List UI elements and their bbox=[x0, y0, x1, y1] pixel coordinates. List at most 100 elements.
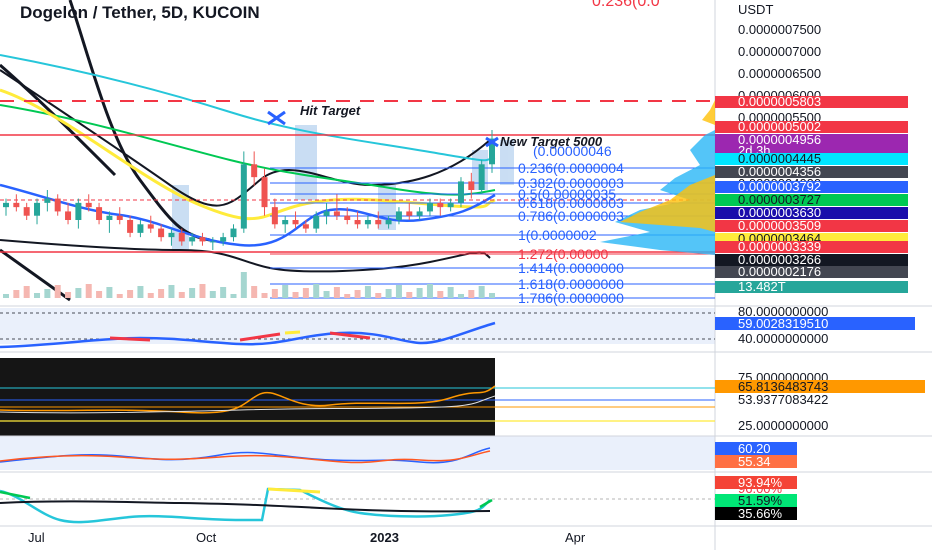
candle-body bbox=[13, 202, 20, 208]
volume-bar bbox=[54, 285, 61, 298]
pct-value1-label: 93.94% bbox=[738, 475, 783, 490]
volume-bar bbox=[313, 284, 320, 298]
candle-body bbox=[282, 220, 289, 225]
candle-body bbox=[468, 181, 475, 190]
price-tag-label: 0.0000004356 bbox=[738, 164, 821, 179]
candle-body bbox=[333, 211, 340, 216]
candle-body bbox=[168, 232, 175, 238]
volume-bar bbox=[209, 291, 216, 298]
volume-bar bbox=[261, 293, 268, 298]
candle-body bbox=[106, 215, 113, 220]
volume-bar bbox=[106, 287, 113, 298]
rsi-tick-40: 40.0000000000 bbox=[738, 331, 828, 346]
candle-body bbox=[478, 164, 485, 190]
fib-level-label: 1.414(0.0000000 bbox=[518, 260, 624, 276]
candle-body bbox=[96, 207, 103, 220]
volume-bar bbox=[489, 293, 495, 298]
volume-bar bbox=[333, 287, 340, 298]
candle-body bbox=[178, 232, 185, 242]
hit-target-line1: Hit Target bbox=[300, 103, 361, 118]
volume-bar bbox=[147, 293, 154, 298]
rsi-value-label: 59.0028319510 bbox=[738, 316, 828, 331]
x-tick-jul: Jul bbox=[28, 530, 45, 545]
price-tag-label: 13.482T bbox=[738, 279, 786, 294]
candle-body bbox=[240, 164, 247, 229]
volume-bar bbox=[23, 286, 30, 298]
candle-body bbox=[220, 237, 227, 242]
price-tick-label: 0.0000007000 bbox=[738, 44, 821, 59]
candle-body bbox=[313, 215, 320, 229]
candle-body bbox=[85, 202, 92, 208]
volume-bar bbox=[302, 288, 309, 298]
candle-body bbox=[344, 215, 351, 220]
candle-body bbox=[437, 202, 444, 208]
candle-body bbox=[416, 211, 423, 216]
fib-level-label: 1(0.0000002 bbox=[518, 227, 597, 243]
volume-bar bbox=[323, 291, 330, 298]
volume-bar bbox=[468, 290, 475, 298]
candle-body bbox=[127, 220, 134, 233]
candle-body bbox=[189, 237, 196, 242]
stoch-pane-bg bbox=[0, 436, 715, 470]
fib-level-label: 1.786(0.0000000 bbox=[518, 290, 624, 306]
price-tick-label: 0.0000007500 bbox=[738, 22, 821, 37]
candle-body bbox=[54, 198, 61, 212]
candle-body bbox=[44, 198, 51, 203]
volume-bar bbox=[282, 285, 289, 298]
volume-bar bbox=[292, 292, 299, 298]
adx-value2-label: 53.9377083422 bbox=[738, 392, 828, 407]
candle-body bbox=[354, 220, 361, 225]
x-tick-apr: Apr bbox=[565, 530, 586, 545]
candle-body bbox=[385, 220, 392, 225]
price-tick-label: 0.0000006500 bbox=[738, 66, 821, 81]
candle-body bbox=[271, 207, 278, 225]
chart[interactable]: Hit Target New Target 5000 (0.00000046 0… bbox=[0, 0, 932, 550]
candle-body bbox=[65, 211, 72, 220]
volume-bar bbox=[457, 294, 464, 298]
volume-bar bbox=[230, 294, 237, 298]
candle-body bbox=[251, 164, 258, 178]
candle-body bbox=[3, 202, 9, 208]
candle-body bbox=[406, 211, 413, 216]
volume-bar bbox=[385, 289, 392, 298]
volume-bar bbox=[158, 289, 165, 298]
volume-bar bbox=[271, 289, 278, 298]
candle-body bbox=[137, 224, 144, 233]
candle-body bbox=[292, 220, 299, 225]
volume-bar bbox=[85, 284, 92, 298]
fib-level-label: 0.786(0.0000003 bbox=[518, 208, 624, 224]
volume-bar bbox=[168, 285, 175, 298]
candle-body bbox=[375, 220, 382, 225]
candle-body bbox=[23, 207, 30, 216]
candle-body bbox=[230, 228, 237, 238]
candle-body bbox=[395, 211, 402, 220]
title-overflow-label: 0.236(0.0 bbox=[592, 0, 660, 10]
volume-bar bbox=[75, 288, 82, 298]
volume-bar bbox=[375, 293, 382, 298]
volume-bar bbox=[116, 294, 123, 298]
candle-body bbox=[457, 181, 464, 203]
volume-bar bbox=[96, 291, 103, 298]
price-tag-label: 0.0000002176 bbox=[738, 264, 821, 279]
x-tick-2023: 2023 bbox=[370, 530, 399, 545]
volume-bar bbox=[199, 284, 206, 298]
volume-bar bbox=[13, 290, 20, 298]
fib-top-label: (0.00000046 bbox=[533, 143, 612, 159]
candle-body bbox=[209, 241, 216, 243]
candle-body bbox=[199, 237, 206, 242]
volume-bar bbox=[220, 287, 227, 298]
stoch-value2-label: 55.34 bbox=[738, 454, 771, 469]
volume-bar bbox=[137, 286, 144, 298]
fib-level-label: 0.236(0.0000004 bbox=[518, 160, 624, 176]
candle-body bbox=[323, 211, 330, 216]
price-tag-label: 0.0000005803 bbox=[738, 94, 821, 109]
volume-bar bbox=[44, 289, 51, 298]
adx-tick-25: 25.0000000000 bbox=[738, 418, 828, 433]
volume-bar bbox=[354, 290, 361, 298]
volume-bar bbox=[344, 294, 351, 298]
volume-bar bbox=[364, 286, 371, 298]
candle-body bbox=[426, 202, 433, 212]
volume-bar bbox=[240, 272, 247, 298]
candle-body bbox=[34, 202, 41, 216]
candle-body bbox=[147, 224, 154, 229]
